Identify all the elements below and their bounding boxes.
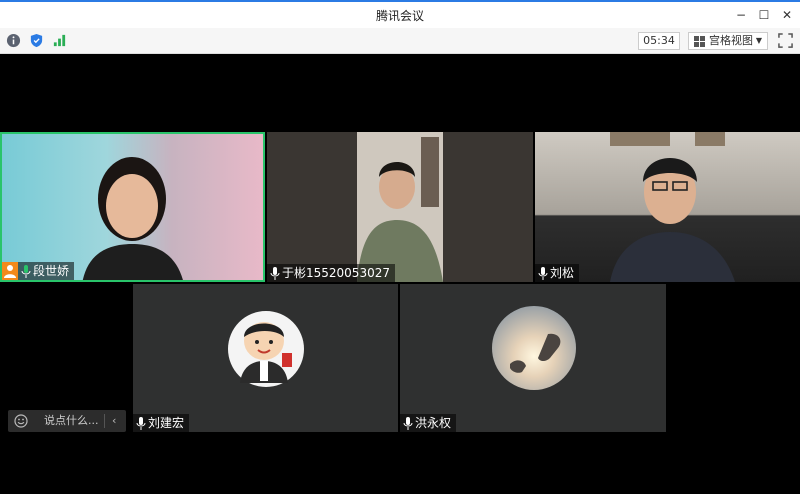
participant-name: 洪永权 xyxy=(415,416,452,430)
video-tile[interactable]: 于彬15520053027 xyxy=(267,132,533,282)
mic-active-icon xyxy=(21,264,31,278)
video-tile[interactable]: 刘松 xyxy=(535,132,800,282)
host-badge xyxy=(2,262,18,280)
chat-input[interactable]: 说点什么... ‹ xyxy=(8,410,126,432)
title-bar: 腾讯会议 − ☐ ✕ xyxy=(0,0,800,28)
participant-name-tag: 刘建宏 xyxy=(133,414,190,432)
person-icon xyxy=(4,265,16,278)
mic-icon xyxy=(538,266,548,280)
maximize-button[interactable]: ☐ xyxy=(755,6,773,24)
avatar-tile[interactable]: 刘建宏 xyxy=(133,284,398,432)
emoji-icon[interactable] xyxy=(14,414,28,428)
signal-icon[interactable] xyxy=(52,33,67,48)
participant-name-tag: 洪永权 xyxy=(400,414,457,432)
grid-view-icon xyxy=(694,36,705,47)
participant-name-tag: 于彬15520053027 xyxy=(267,264,395,282)
collapse-chevron-icon[interactable]: ‹ xyxy=(112,410,116,432)
view-mode-label: 宫格视图 xyxy=(709,34,753,47)
divider xyxy=(104,414,105,428)
fullscreen-icon[interactable] xyxy=(778,33,793,48)
participant-video xyxy=(357,132,443,282)
video-grid: 段世娇 于彬15520053027 刘松 刘建宏 洪永权 说点什么... ‹ xyxy=(0,54,800,494)
mic-icon xyxy=(403,416,413,430)
minimize-button[interactable]: − xyxy=(732,6,750,24)
mic-icon xyxy=(270,266,280,280)
participant-name: 刘松 xyxy=(550,266,575,280)
chat-placeholder: 说点什么... xyxy=(44,414,99,427)
video-tile[interactable]: 段世娇 xyxy=(0,132,265,282)
participant-name: 于彬15520053027 xyxy=(282,266,390,280)
close-button[interactable]: ✕ xyxy=(778,6,796,24)
avatar xyxy=(492,306,576,390)
participant-name-tag: 刘松 xyxy=(535,264,580,282)
view-mode-button[interactable]: 宫格视图 ▼ xyxy=(688,32,768,50)
avatar-tile[interactable]: 洪永权 xyxy=(400,284,666,432)
participant-video xyxy=(610,132,735,282)
meeting-timer: 05:34 xyxy=(638,32,680,50)
shield-icon[interactable] xyxy=(29,33,44,48)
participant-name-tag: 段世娇 xyxy=(2,262,75,280)
participant-video xyxy=(82,157,183,280)
toolbar: 05:34 宫格视图 ▼ xyxy=(0,28,800,54)
info-icon[interactable] xyxy=(6,33,21,48)
window-title: 腾讯会议 xyxy=(375,9,424,23)
mic-icon xyxy=(136,416,146,430)
participant-name: 刘建宏 xyxy=(148,416,185,430)
chevron-down-icon: ▼ xyxy=(755,36,762,45)
avatar xyxy=(228,311,304,387)
participant-name: 段世娇 xyxy=(33,264,70,278)
